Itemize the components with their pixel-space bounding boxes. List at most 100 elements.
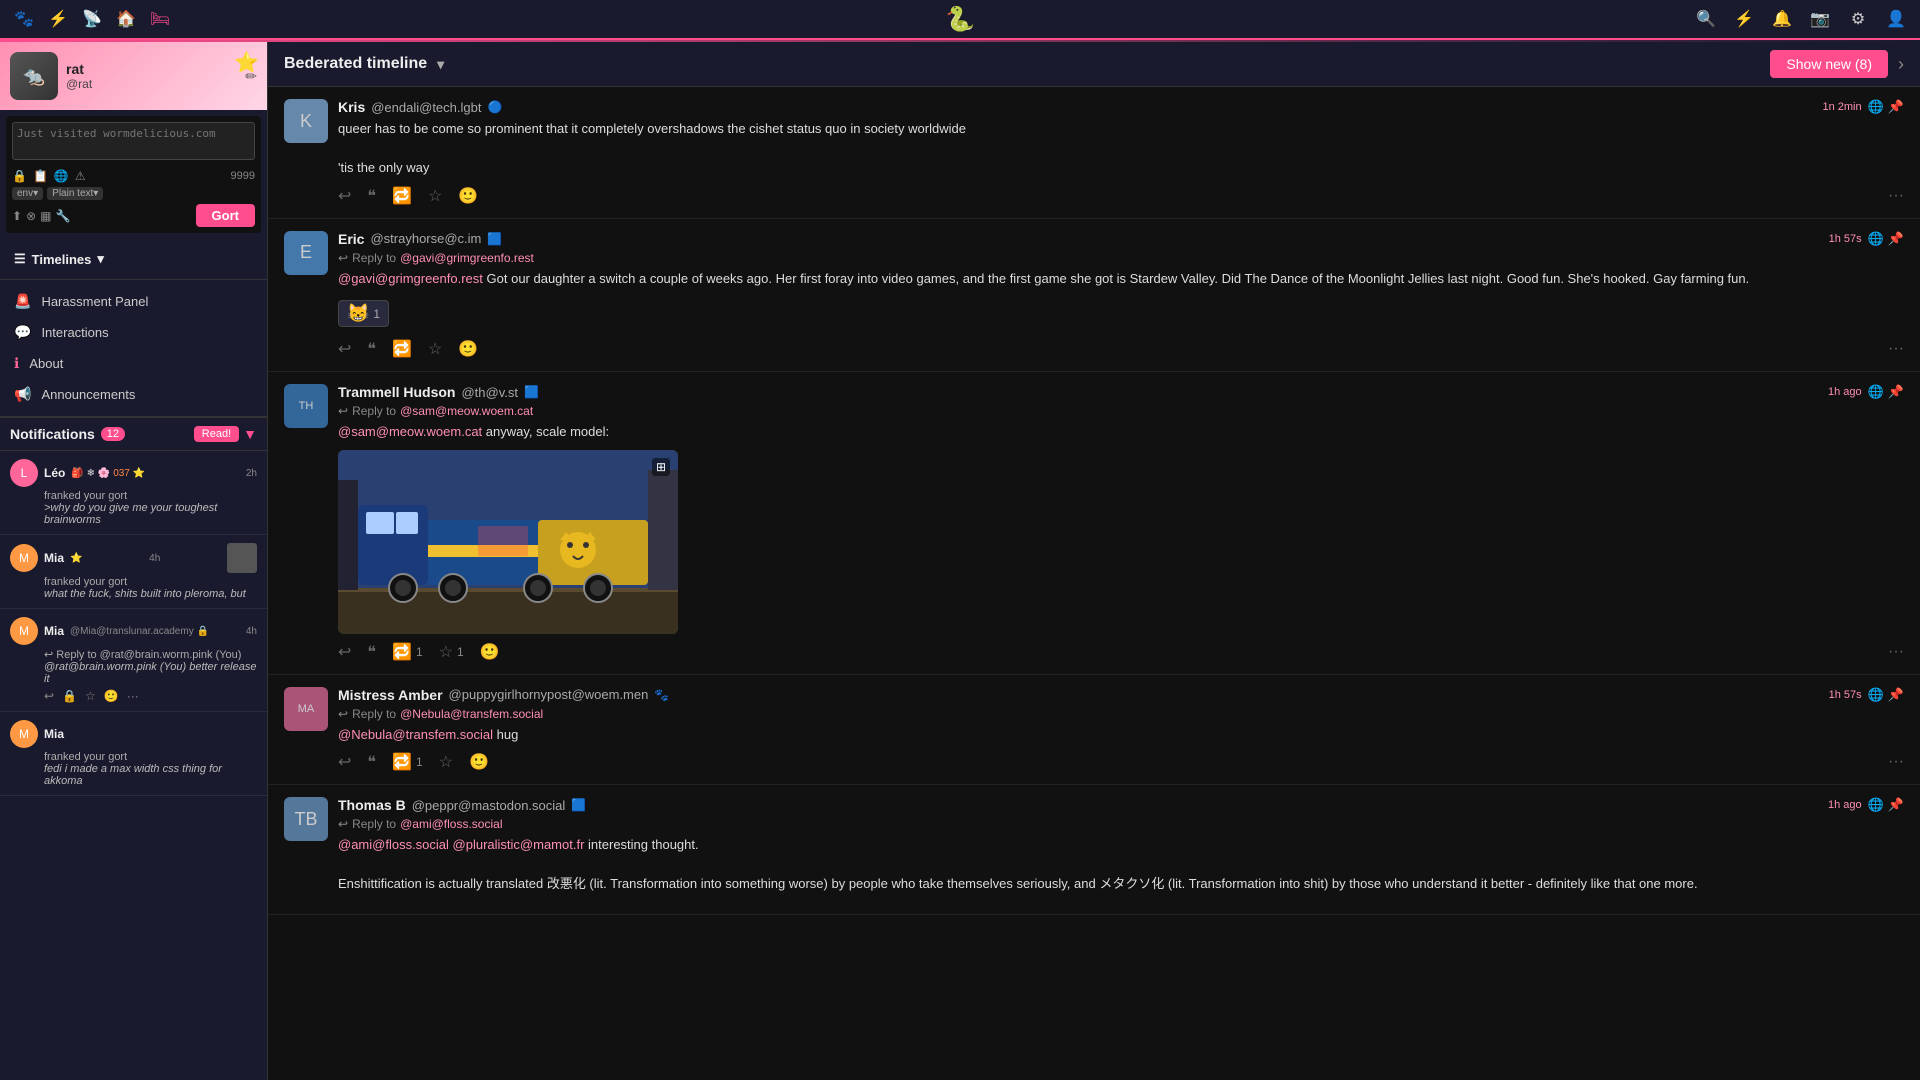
timelines-header[interactable]: ☰ Timelines ▾ [0,245,267,273]
star-action[interactable]: ☆ [439,752,453,772]
notification-item[interactable]: M Mia @Mia@translunar.academy 🔒 4h ↩ Rep… [0,609,267,712]
lock-icon[interactable]: 🔒 [12,169,27,183]
repost-action[interactable]: 🔁 [392,339,412,359]
more-small-icon[interactable]: ··· [127,689,139,703]
broadcast-icon[interactable]: 📡 [80,7,104,31]
harassment-icon: 🚨 [14,293,31,310]
lock-small-icon[interactable]: 🔒 [62,689,77,703]
pin-post-icon[interactable]: 📌 [1888,384,1904,400]
timeline-arrow-icon[interactable]: › [1898,54,1904,75]
cw-icon[interactable]: ⚠ [75,169,86,183]
more-action[interactable]: ··· [1888,753,1904,771]
emoji-action[interactable]: 🙂 [458,186,478,206]
timeline-title[interactable]: Bederated timeline ▾ [284,55,444,73]
pin-post-icon[interactable]: 📌 [1888,797,1904,813]
mention-link-2[interactable]: @pluralistic@mamot.fr [453,837,585,852]
profile-icon[interactable]: 👤 [1884,7,1908,31]
quote-action[interactable]: ❝ [367,752,376,772]
reply-to-link[interactable]: @gavi@grimgreenfo.rest [400,251,534,265]
notif-text: >why do you give me your toughest brainw… [10,502,257,526]
reply-to-link[interactable]: @ami@floss.social [400,817,502,831]
filter-icon[interactable]: ▼ [243,426,257,442]
reply-action[interactable]: ↩ [338,186,351,206]
emoji-action[interactable]: 🙂 [480,642,500,662]
box-icon[interactable]: ▦ [40,209,51,223]
upload-icon[interactable]: ⬆ [12,209,22,223]
mention-link[interactable]: @gavi@grimgreenfo.rest [338,271,483,286]
sidebar-item-harassment[interactable]: 🚨 Harassment Panel [0,286,267,317]
format-dropdown[interactable]: Plain text▾ [47,187,103,200]
emoji-reaction[interactable]: 😸 1 [338,300,389,327]
reply-to-link[interactable]: @Nebula@transfem.social [400,707,543,721]
sidebar-item-announcements[interactable]: 📢 Announcements [0,379,267,410]
globe-post-icon[interactable]: 🌐 [1868,384,1884,400]
mention-link[interactable]: @ami@floss.social [338,837,449,852]
post-author: Thomas B [338,797,406,813]
repost-action[interactable]: 🔁 1 [392,642,423,662]
notification-item[interactable]: M Mia ⭐ 4h franked your gort what the fu… [0,535,267,609]
emoji-action[interactable]: 🙂 [458,339,478,359]
more-action[interactable]: ··· [1888,643,1904,661]
post-avatar[interactable]: TH [284,384,328,428]
globe-icon[interactable]: 🌐 [54,169,69,183]
reply-action[interactable]: ↩ [338,642,351,662]
copy-icon[interactable]: 📋 [33,169,48,183]
mention-link[interactable]: @Nebula@transfem.social [338,727,493,742]
notif-icons: ⭐ [70,553,82,564]
quote-action[interactable]: ❝ [367,186,376,206]
sidebar-item-about[interactable]: ℹ About [0,348,267,379]
post-avatar[interactable]: MA [284,687,328,731]
reply-icon[interactable]: ↩ [44,689,54,703]
timelines-section: ☰ Timelines ▾ [0,239,267,280]
post-avatar[interactable]: TB [284,797,328,841]
reply-action[interactable]: ↩ [338,339,351,359]
camera-icon[interactable]: 📷 [1808,7,1832,31]
post-image[interactable]: ⊞ [338,450,678,634]
settings-icon[interactable]: ⚙ [1846,7,1870,31]
notification-item[interactable]: M Mia franked your gort fedi i made a ma… [0,712,267,796]
star-action[interactable]: ☆ 1 [439,642,464,662]
post-avatar[interactable]: K [284,99,328,143]
gort-button[interactable]: Gort [196,204,255,227]
sidebar-item-interactions[interactable]: 💬 Interactions [0,317,267,348]
composer-textarea[interactable] [12,122,255,160]
lightning-icon[interactable]: ⚡ [46,7,70,31]
read-button[interactable]: Read! [194,426,239,442]
pin-post-icon[interactable]: 📌 [1888,99,1904,115]
quote-action[interactable]: ❝ [367,339,376,359]
wrench-icon[interactable]: 🔧 [55,209,70,223]
star-small-icon[interactable]: ☆ [85,689,96,703]
sleep-icon[interactable]: 🛏 [148,7,172,31]
reply-action[interactable]: ↩ [338,752,351,772]
notification-item[interactable]: L Léo 🎒 ❄ 🌸 037 ⭐ 2h franked your gort >… [0,451,267,535]
circle-x-icon[interactable]: ⊗ [26,209,36,223]
post-avatar[interactable]: E [284,231,328,275]
flash-icon[interactable]: ⚡ [1732,7,1756,31]
globe-post-icon[interactable]: 🌐 [1868,687,1884,703]
env-dropdown[interactable]: env▾ [12,187,43,200]
repost-action[interactable]: 🔁 1 [392,752,423,772]
mention-link[interactable]: @sam@meow.woem.cat [338,424,482,439]
emoji-action[interactable]: 🙂 [469,752,489,772]
house-icon[interactable]: 🏠 [114,7,138,31]
pin-post-icon[interactable]: 📌 [1888,687,1904,703]
reply-to-link[interactable]: @sam@meow.woem.cat [400,404,533,418]
globe-post-icon[interactable]: 🌐 [1868,99,1884,115]
star-action[interactable]: ☆ [428,339,442,359]
avatar[interactable]: 🐀 [10,52,58,100]
star-action[interactable]: ☆ [428,186,442,206]
pin-post-icon[interactable]: 📌 [1888,231,1904,247]
show-new-button[interactable]: Show new (8) [1770,50,1888,78]
emoji-small-icon[interactable]: 🙂 [104,689,119,703]
search-icon[interactable]: 🔍 [1694,7,1718,31]
more-action[interactable]: ··· [1888,340,1904,358]
repost-action[interactable]: 🔁 [392,186,412,206]
globe-post-icon[interactable]: 🌐 [1868,797,1884,813]
image-expand-icon[interactable]: ⊞ [652,458,670,476]
quote-action[interactable]: ❝ [367,642,376,662]
more-action[interactable]: ··· [1888,187,1904,205]
timeline-dropdown-icon[interactable]: ▾ [437,56,444,73]
notifications-bell-icon[interactable]: 🔔 [1770,7,1794,31]
home-icon[interactable]: 🐾 [12,7,36,31]
globe-post-icon[interactable]: 🌐 [1868,231,1884,247]
